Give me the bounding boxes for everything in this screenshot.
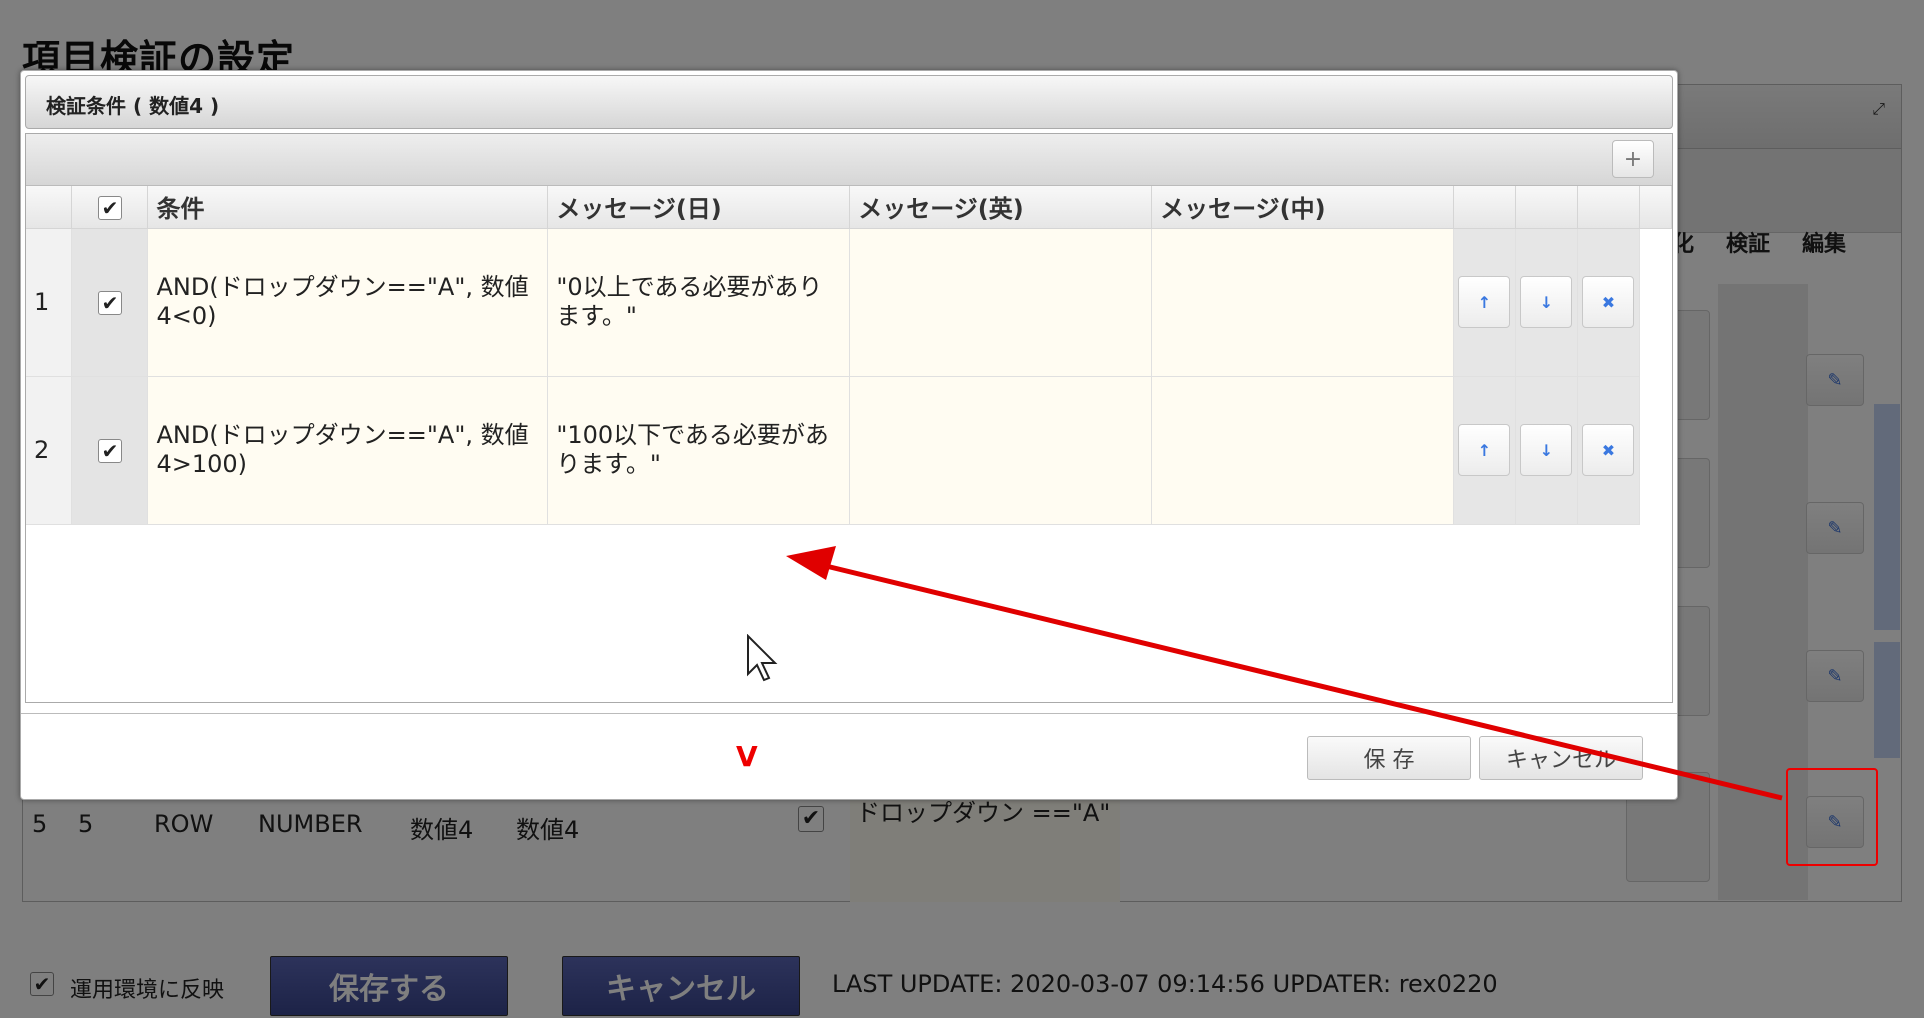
annotation-arrow [786, 546, 1783, 801]
mouse-cursor-icon [747, 634, 778, 682]
annotation-mark: V [736, 740, 758, 773]
arrow-line [825, 563, 1783, 801]
arrow-head [786, 546, 836, 580]
